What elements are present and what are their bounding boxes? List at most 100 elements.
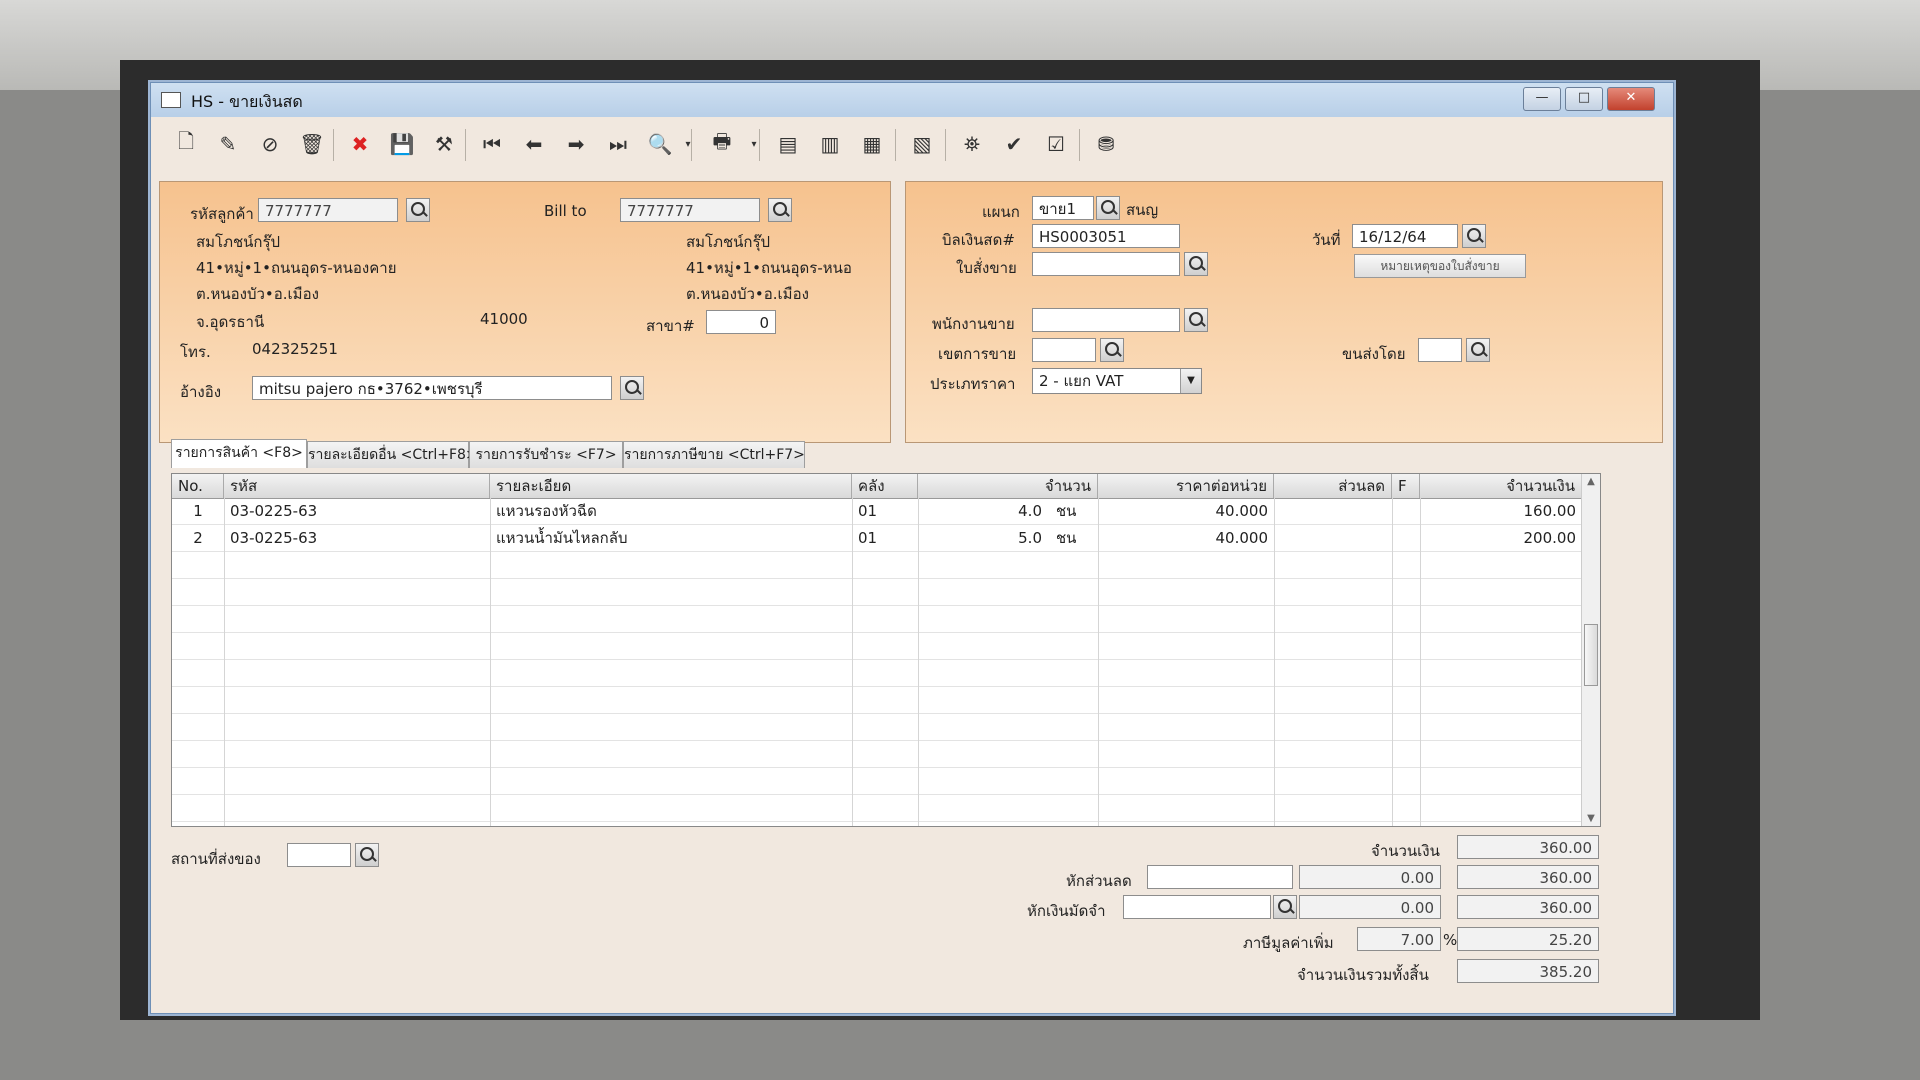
table-row[interactable] bbox=[172, 606, 1582, 633]
sales-order-input[interactable] bbox=[1032, 252, 1180, 276]
col-unit-cell[interactable]: ชน bbox=[1050, 525, 1098, 551]
col-quantity-header[interactable]: จำนวน bbox=[918, 474, 1098, 498]
customer-code-input[interactable]: 7777777 bbox=[258, 198, 398, 222]
bill-number-input[interactable]: HS0003051 bbox=[1032, 224, 1180, 248]
scroll-down-icon[interactable]: ▼ bbox=[1582, 813, 1600, 824]
price-type-select[interactable]: 2 - แยก VAT ▼ bbox=[1032, 368, 1202, 394]
ship-by-input[interactable] bbox=[1418, 338, 1462, 362]
col-unit-cell[interactable]: ชน bbox=[1050, 498, 1098, 524]
ship-to-input[interactable] bbox=[287, 843, 351, 867]
print-dropdown-icon[interactable]: ▾ bbox=[747, 127, 761, 161]
tab-2[interactable]: รายการรับชำระ <F7> bbox=[469, 441, 623, 468]
maximize-button[interactable]: □ bbox=[1565, 87, 1603, 111]
so-icon[interactable]: ▦ bbox=[855, 127, 889, 161]
rebuild-icon[interactable]: ▧ bbox=[905, 127, 939, 161]
date-input[interactable]: 16/12/64 bbox=[1352, 224, 1458, 248]
col-quantity-cell[interactable]: 4.0 bbox=[918, 498, 1048, 524]
ledger-icon[interactable]: ▥ bbox=[813, 127, 847, 161]
col-unit-price-header[interactable]: ราคาต่อหน่วย bbox=[1098, 474, 1274, 498]
date-picker-icon[interactable] bbox=[1462, 224, 1486, 248]
approve-icon[interactable]: ✔ bbox=[997, 127, 1031, 161]
sales-order-note-button[interactable]: หมายเหตุของใบสั่งขาย bbox=[1354, 254, 1526, 278]
table-row[interactable] bbox=[172, 714, 1582, 741]
grid-scrollbar[interactable]: ▲ ▼ bbox=[1581, 474, 1600, 826]
col-flag-cell[interactable] bbox=[1392, 525, 1420, 551]
sales-area-search-icon[interactable] bbox=[1100, 338, 1124, 362]
customer-search-icon[interactable] bbox=[406, 198, 430, 222]
col-discount-header[interactable]: ส่วนลด bbox=[1274, 474, 1392, 498]
col-flag-cell[interactable] bbox=[1392, 498, 1420, 524]
col-unit-price-cell[interactable]: 40.000 bbox=[1098, 525, 1274, 551]
print-icon[interactable]: 🖶 bbox=[705, 127, 739, 161]
billto-input[interactable]: 7777777 bbox=[620, 198, 760, 222]
salesman-input[interactable] bbox=[1032, 308, 1180, 332]
stamp-ok-icon[interactable]: ⛯ bbox=[955, 127, 989, 161]
cancel-icon[interactable]: ✖ bbox=[343, 127, 377, 161]
department-search-icon[interactable] bbox=[1096, 196, 1120, 220]
col-unit-price-cell[interactable]: 40.000 bbox=[1098, 498, 1274, 524]
table-row[interactable] bbox=[172, 741, 1582, 768]
table-row[interactable] bbox=[172, 660, 1582, 687]
col-amount-header[interactable]: จำนวนเงิน bbox=[1420, 474, 1582, 498]
col-description-header[interactable]: รายละเอียด bbox=[490, 474, 852, 498]
prev-record-icon[interactable]: ⬅ bbox=[517, 127, 551, 161]
col-flag-header[interactable]: F bbox=[1392, 474, 1420, 498]
report-icon[interactable]: ▤ bbox=[771, 127, 805, 161]
ship-to-search-icon[interactable] bbox=[355, 843, 379, 867]
table-row[interactable] bbox=[172, 687, 1582, 714]
reference-search-icon[interactable] bbox=[620, 376, 644, 400]
table-row[interactable]: 1 03-0225-63 แหวนรองหัวฉีด 01 4.0 40.000 160.0… bbox=[172, 498, 1582, 525]
col-code-header[interactable]: รหัส bbox=[224, 474, 490, 498]
table-row[interactable] bbox=[172, 768, 1582, 795]
ok-doc-icon[interactable]: ☑ bbox=[1039, 127, 1073, 161]
table-row[interactable] bbox=[172, 633, 1582, 660]
table-row[interactable] bbox=[172, 579, 1582, 606]
col-no-header[interactable]: No. bbox=[172, 474, 224, 498]
void-doc-icon[interactable]: ⊘ bbox=[253, 127, 287, 161]
salesman-search-icon[interactable] bbox=[1184, 308, 1208, 332]
col-warehouse-header[interactable]: คลัง bbox=[852, 474, 918, 498]
col-quantity-cell[interactable]: 5.0 bbox=[918, 525, 1048, 551]
reference-input[interactable]: mitsu pajero กธ•3762•เพชรบุรี bbox=[252, 376, 612, 400]
network-icon[interactable]: ⛃ bbox=[1089, 127, 1123, 161]
scroll-up-icon[interactable]: ▲ bbox=[1582, 476, 1600, 487]
edit-doc-icon[interactable]: ✎ bbox=[211, 127, 245, 161]
new-doc-icon[interactable]: 🗋 bbox=[169, 127, 203, 161]
minimize-button[interactable]: — bbox=[1523, 87, 1561, 111]
col-amount-cell[interactable]: 200.00 bbox=[1420, 525, 1582, 551]
col-warehouse-cell[interactable]: 01 bbox=[852, 498, 918, 524]
col-no-cell[interactable]: 1 bbox=[172, 498, 224, 524]
close-button[interactable]: ✕ bbox=[1607, 87, 1655, 111]
col-no-cell[interactable]: 2 bbox=[172, 525, 224, 551]
first-record-icon[interactable]: ⏮ bbox=[475, 127, 509, 161]
ship-by-search-icon[interactable] bbox=[1466, 338, 1490, 362]
col-amount-cell[interactable]: 160.00 bbox=[1420, 498, 1582, 524]
search-dropdown-icon[interactable]: ▾ bbox=[681, 127, 695, 161]
sales-order-search-icon[interactable] bbox=[1184, 252, 1208, 276]
billto-search-icon[interactable] bbox=[768, 198, 792, 222]
tools-icon[interactable]: ⚒ bbox=[427, 127, 461, 161]
col-discount-cell[interactable] bbox=[1274, 525, 1392, 551]
col-code-cell[interactable]: 03-0225-63 bbox=[224, 525, 490, 551]
search-doc-icon[interactable]: 🔍 bbox=[643, 127, 677, 161]
col-code-cell[interactable]: 03-0225-63 bbox=[224, 498, 490, 524]
tab-3[interactable]: รายการภาษีขาย <Ctrl+F7> bbox=[623, 441, 805, 468]
chevron-down-icon[interactable]: ▼ bbox=[1180, 369, 1201, 393]
last-record-icon[interactable]: ⏭ bbox=[601, 127, 635, 161]
col-discount-cell[interactable] bbox=[1274, 498, 1392, 524]
discount-input[interactable] bbox=[1147, 865, 1293, 889]
col-description-cell[interactable]: แหวนรองหัวฉีด bbox=[490, 498, 852, 524]
branch-input[interactable]: 0 bbox=[706, 310, 776, 334]
department-input[interactable]: ขาย1 bbox=[1032, 196, 1094, 220]
tab-0[interactable]: รายการสินค้า <F8> bbox=[171, 439, 307, 468]
table-row[interactable] bbox=[172, 795, 1582, 822]
table-row[interactable] bbox=[172, 552, 1582, 579]
next-record-icon[interactable]: ➡ bbox=[559, 127, 593, 161]
col-warehouse-cell[interactable]: 01 bbox=[852, 525, 918, 551]
tab-1[interactable]: รายละเอียดอื่น <Ctrl+F8> bbox=[307, 441, 478, 468]
sales-area-input[interactable] bbox=[1032, 338, 1096, 362]
deposit-search-icon[interactable] bbox=[1273, 895, 1297, 919]
deposit-input[interactable] bbox=[1123, 895, 1271, 919]
col-description-cell[interactable]: แหวนน้ำมันไหลกลับ bbox=[490, 525, 852, 551]
scroll-thumb[interactable] bbox=[1584, 624, 1598, 686]
